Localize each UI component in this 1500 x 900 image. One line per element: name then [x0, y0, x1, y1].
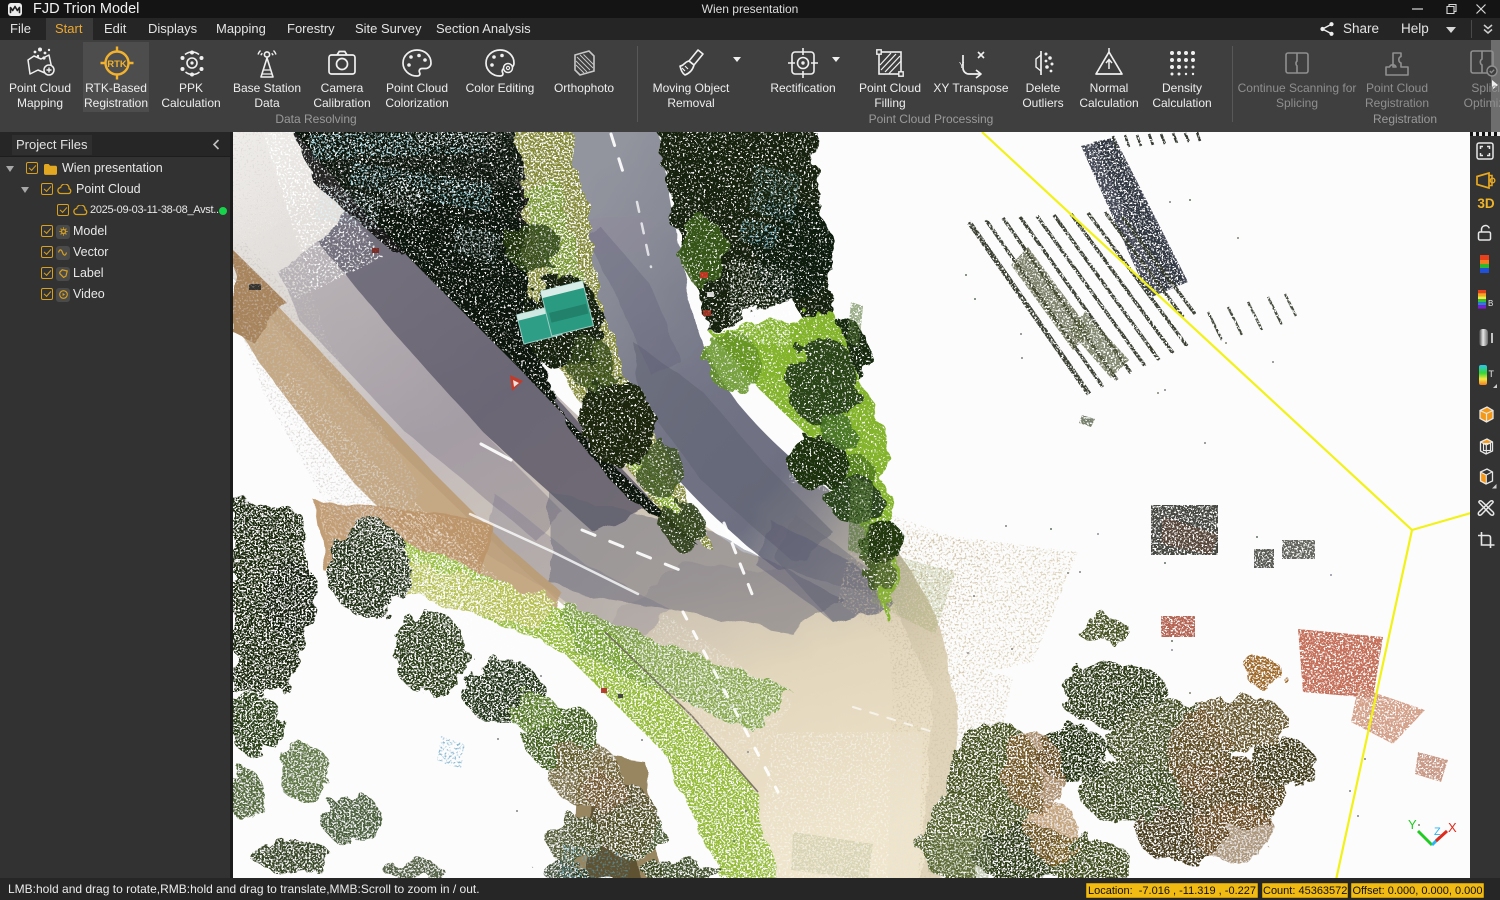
- svg-text:B: B: [1488, 299, 1493, 308]
- svg-text:T: T: [1489, 369, 1495, 379]
- svg-text:Y: Y: [1408, 817, 1417, 832]
- svg-text:Z: Z: [1434, 826, 1441, 838]
- svg-text:Y: Y: [959, 61, 965, 70]
- svg-text:RTK: RTK: [107, 59, 127, 70]
- svg-text:X: X: [1448, 820, 1457, 835]
